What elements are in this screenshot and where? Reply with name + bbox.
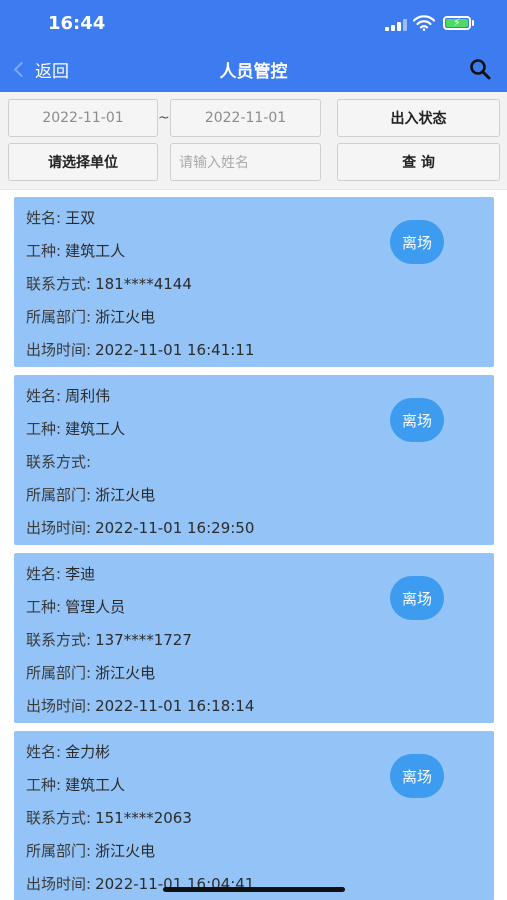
time-row: 出场时间: 2022-11-01 16:29:50 xyxy=(26,517,254,538)
battery-nub xyxy=(472,20,474,26)
name-value: 金力彬 xyxy=(65,743,111,761)
contact-row: 联系方式: 181****4144 xyxy=(26,273,192,294)
dept-label: 所属部门: xyxy=(26,308,92,326)
status-badge: 离场 xyxy=(390,754,444,798)
job-label: 工种: xyxy=(26,420,62,438)
contact-row: 联系方式: 137****1727 xyxy=(26,629,192,650)
contact-row: 联系方式: 151****2063 xyxy=(26,807,192,828)
dept-value: 浙江火电 xyxy=(95,486,156,504)
name-value: 周利伟 xyxy=(65,387,111,405)
dept-value: 浙江火电 xyxy=(95,308,156,326)
status-badge: 离场 xyxy=(390,576,444,620)
nav-bar: 返回 人员管控 xyxy=(0,47,507,92)
status-select-button[interactable]: 出入状态 xyxy=(337,99,500,137)
time-value: 2022-11-01 16:29:50 xyxy=(95,519,255,537)
name-row: 姓名: 王双 xyxy=(26,207,95,228)
date-separator: ~ xyxy=(158,110,170,126)
name-row: 姓名: 周利伟 xyxy=(26,385,110,406)
contact-value: 137****1727 xyxy=(95,631,192,649)
time-label: 出场时间: xyxy=(26,519,92,537)
battery-icon: ⚡ xyxy=(443,16,471,30)
contact-value: 151****2063 xyxy=(95,809,192,827)
time-label: 出场时间: xyxy=(26,341,92,359)
time-value: 2022-11-01 16:18:14 xyxy=(95,697,255,715)
name-row: 姓名: 金力彬 xyxy=(26,741,110,762)
contact-value: 181****4144 xyxy=(95,275,192,293)
wifi-icon xyxy=(413,15,435,31)
dept-label: 所属部门: xyxy=(26,842,92,860)
dept-value: 浙江火电 xyxy=(95,664,156,682)
dept-label: 所属部门: xyxy=(26,664,92,682)
query-button[interactable]: 查 询 xyxy=(337,143,500,181)
job-label: 工种: xyxy=(26,776,62,794)
start-date-field[interactable]: 2022-11-01 xyxy=(8,99,158,137)
time-label: 出场时间: xyxy=(26,697,92,715)
job-row: 工种: 建筑工人 xyxy=(26,240,125,261)
name-value: 王双 xyxy=(65,209,96,227)
job-value: 管理人员 xyxy=(65,598,126,616)
record-card[interactable]: 姓名: 周利伟 工种: 建筑工人 联系方式: 所属部门: 浙江火电 出场时间: 2022… xyxy=(14,375,494,545)
search-icon[interactable] xyxy=(468,57,492,81)
time-row: 出场时间: 2022-11-01 16:18:14 xyxy=(26,695,254,716)
dept-value: 浙江火电 xyxy=(95,842,156,860)
signal-icon xyxy=(385,19,407,31)
end-date-field[interactable]: 2022-11-01 xyxy=(170,99,321,137)
job-label: 工种: xyxy=(26,598,62,616)
time-row: 出场时间: 2022-11-01 16:41:11 xyxy=(26,339,254,360)
name-label: 姓名: xyxy=(26,743,62,761)
status-bar: 16:44 ⚡ xyxy=(0,0,507,47)
dept-row: 所属部门: 浙江火电 xyxy=(26,662,155,683)
status-badge: 离场 xyxy=(390,398,444,442)
time-label: 出场时间: xyxy=(26,875,92,893)
status-time: 16:44 xyxy=(48,13,106,34)
home-indicator xyxy=(163,887,345,892)
name-label: 姓名: xyxy=(26,387,62,405)
time-value: 2022-11-01 16:41:11 xyxy=(95,341,255,359)
job-value: 建筑工人 xyxy=(65,776,126,794)
contact-label: 联系方式: xyxy=(26,453,92,471)
dept-row: 所属部门: 浙江火电 xyxy=(26,840,155,861)
record-card[interactable]: 姓名: 王双 工种: 建筑工人 联系方式: 181****4144 所属部门: 浙江火电… xyxy=(14,197,494,367)
record-card[interactable]: 姓名: 李迪 工种: 管理人员 联系方式: 137****1727 所属部门: 浙江火电… xyxy=(14,553,494,723)
filter-panel: 2022-11-01 ~ 2022-11-01 出入状态 请选择单位 请输入姓名… xyxy=(0,92,507,190)
status-badge: 离场 xyxy=(390,220,444,264)
dept-row: 所属部门: 浙江火电 xyxy=(26,306,155,327)
record-card[interactable]: 姓名: 金力彬 工种: 建筑工人 联系方式: 151****2063 所属部门: 浙江火… xyxy=(14,731,494,900)
contact-label: 联系方式: xyxy=(26,275,92,293)
contact-row: 联系方式: xyxy=(26,451,95,472)
unit-select-button[interactable]: 请选择单位 xyxy=(8,143,158,181)
name-label: 姓名: xyxy=(26,209,62,227)
contact-label: 联系方式: xyxy=(26,809,92,827)
name-label: 姓名: xyxy=(26,565,62,583)
job-value: 建筑工人 xyxy=(65,242,126,260)
dept-label: 所属部门: xyxy=(26,486,92,504)
page-title: 人员管控 xyxy=(219,62,288,82)
contact-label: 联系方式: xyxy=(26,631,92,649)
job-row: 工种: 建筑工人 xyxy=(26,418,125,439)
job-row: 工种: 管理人员 xyxy=(26,596,125,617)
job-row: 工种: 建筑工人 xyxy=(26,774,125,795)
job-value: 建筑工人 xyxy=(65,420,126,438)
dept-row: 所属部门: 浙江火电 xyxy=(26,484,155,505)
job-label: 工种: xyxy=(26,242,62,260)
name-value: 李迪 xyxy=(65,565,96,583)
name-row: 姓名: 李迪 xyxy=(26,563,95,584)
name-input[interactable]: 请输入姓名 xyxy=(170,143,321,181)
